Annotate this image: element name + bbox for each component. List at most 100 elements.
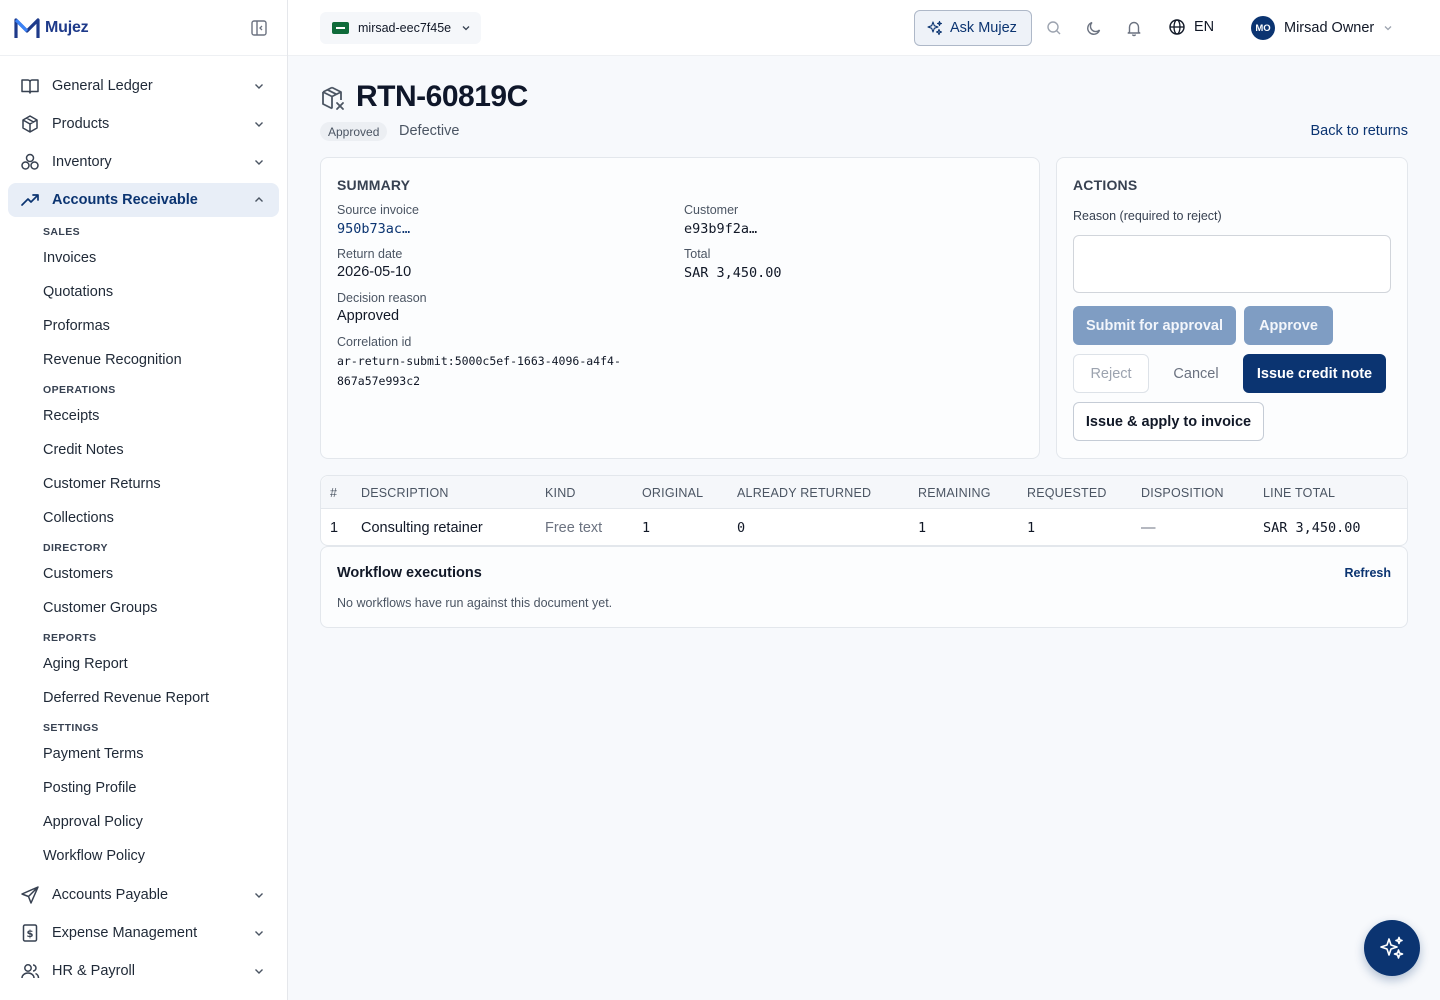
- column-header: KIND: [545, 486, 576, 500]
- sidebar-item-accounts-payable[interactable]: Accounts Payable: [8, 878, 279, 912]
- submit-for-approval-button[interactable]: Submit for approval: [1073, 306, 1236, 345]
- sidebar-group-heading: SALES: [43, 226, 81, 238]
- return-date-label: Return date: [337, 247, 403, 261]
- column-header: REQUESTED: [1027, 486, 1107, 500]
- sidebar-subitem-revenue-recognition[interactable]: Revenue Recognition: [43, 352, 182, 368]
- summary-title: SUMMARY: [337, 177, 411, 193]
- status-badge: Approved: [320, 122, 388, 141]
- column-header: #: [330, 486, 338, 500]
- workflow-empty-text: No workflows have run against this docum…: [337, 596, 613, 610]
- return-lines-table: # DESCRIPTION KIND ORIGINAL ALREADY RETU…: [320, 475, 1408, 546]
- receipt-icon: $: [20, 923, 40, 943]
- sidebar-subitem-collections[interactable]: Collections: [43, 510, 114, 526]
- page-title: RTN-60819C: [356, 80, 528, 113]
- correlation-id-value-line2: 867a57e993c2: [337, 374, 421, 388]
- chevron-down-icon: [255, 969, 263, 974]
- book-icon: [20, 76, 40, 96]
- cell-line-total: SAR 3,450.00: [1263, 520, 1361, 536]
- sidebar-group-heading: DIRECTORY: [43, 542, 108, 554]
- ask-mujez-label: Ask Mujez: [950, 20, 1017, 36]
- column-header: ORIGINAL: [642, 486, 704, 500]
- topbar: mirsad-eec7f45e Ask Mujez EN MO Mirsad O…: [288, 0, 1440, 56]
- chevron-down-icon: [255, 122, 263, 127]
- avatar: MO: [1251, 16, 1275, 40]
- cell-original: 1: [642, 520, 651, 536]
- user-name: Mirsad Owner: [1284, 20, 1375, 36]
- box-icon: [20, 114, 40, 134]
- sidebar-item-products[interactable]: Products: [8, 107, 279, 141]
- reason-textarea[interactable]: [1073, 235, 1391, 293]
- decision-reason-label: Decision reason: [337, 291, 427, 305]
- sidebar-subitem-proformas[interactable]: Proformas: [43, 318, 110, 334]
- sidebar-item-label: HR & Payroll: [52, 963, 135, 979]
- sidebar-subitem-deferred-revenue-report[interactable]: Deferred Revenue Report: [43, 690, 209, 706]
- source-invoice-link[interactable]: 950b73ac…: [337, 221, 410, 237]
- search-icon[interactable]: [1045, 19, 1063, 37]
- table-header: # DESCRIPTION KIND ORIGINAL ALREADY RETU…: [321, 476, 1407, 509]
- total-label: Total: [684, 247, 711, 261]
- sidebar-item-inventory[interactable]: Inventory: [8, 145, 279, 179]
- brand[interactable]: Mujez: [0, 0, 287, 56]
- cell-disposition: —: [1141, 520, 1156, 536]
- column-header: DESCRIPTION: [361, 486, 449, 500]
- chevron-down-icon: [255, 931, 263, 936]
- sidebar-item-accounts-receivable[interactable]: Accounts Receivable: [8, 183, 279, 217]
- ask-mujez-button[interactable]: Ask Mujez: [914, 10, 1032, 46]
- sidebar-subitem-credit-notes[interactable]: Credit Notes: [43, 442, 124, 458]
- approve-button[interactable]: Approve: [1244, 306, 1333, 345]
- chevron-down-icon: [255, 84, 263, 89]
- sidebar-item-general-ledger[interactable]: General Ledger: [8, 69, 279, 103]
- sidebar-subitem-aging-report[interactable]: Aging Report: [43, 656, 128, 672]
- moon-icon[interactable]: [1085, 19, 1103, 37]
- column-header: REMAINING: [918, 486, 991, 500]
- language-switcher[interactable]: EN: [1168, 18, 1214, 36]
- sidebar-subitem-workflow-policy[interactable]: Workflow Policy: [43, 848, 145, 864]
- sidebar-item-expense-management[interactable]: $ Expense Management: [8, 916, 279, 950]
- chevron-down-icon: [1384, 26, 1392, 31]
- back-to-returns-link[interactable]: Back to returns: [1310, 123, 1408, 139]
- tenant-name: mirsad-eec7f45e: [358, 21, 452, 35]
- sidebar-item-label: Accounts Receivable: [52, 192, 198, 208]
- source-invoice-label: Source invoice: [337, 203, 419, 217]
- refresh-button[interactable]: Refresh: [1344, 566, 1391, 580]
- cell-description: Consulting retainer: [361, 520, 483, 536]
- sidebar-subitem-customer-returns[interactable]: Customer Returns: [43, 476, 161, 492]
- sidebar-subitem-payment-terms[interactable]: Payment Terms: [43, 746, 143, 762]
- user-menu[interactable]: MO Mirsad Owner: [1251, 16, 1393, 40]
- sidebar-item-label: Inventory: [52, 154, 112, 170]
- reject-button[interactable]: Reject: [1073, 354, 1149, 393]
- correlation-id-value-line1: ar-return-submit:5000c5ef-1663-4096-a4f4…: [337, 354, 621, 368]
- trend-up-icon: [20, 190, 40, 210]
- sidebar-subitem-customer-groups[interactable]: Customer Groups: [43, 600, 157, 616]
- bell-icon[interactable]: [1125, 19, 1143, 37]
- mujez-logo-icon: [14, 17, 40, 38]
- issue-credit-note-button[interactable]: Issue credit note: [1243, 354, 1386, 393]
- cell-line-number: 1: [330, 520, 339, 536]
- sidebar-item-label: General Ledger: [52, 78, 153, 94]
- sidebar-item-label: Expense Management: [52, 925, 198, 941]
- sidebar-subitem-receipts[interactable]: Receipts: [43, 408, 99, 424]
- column-header: DISPOSITION: [1141, 486, 1224, 500]
- actions-title: ACTIONS: [1073, 177, 1138, 193]
- tenant-switcher[interactable]: mirsad-eec7f45e: [320, 12, 482, 44]
- sidebar-subitem-customers[interactable]: Customers: [43, 566, 113, 582]
- cancel-button[interactable]: Cancel: [1157, 354, 1235, 393]
- package-return-icon: [322, 86, 344, 110]
- cell-already-returned: 0: [737, 520, 746, 536]
- return-date-value: 2026-05-10: [337, 264, 412, 280]
- sidebar-subitem-quotations[interactable]: Quotations: [43, 284, 113, 300]
- issue-and-apply-button[interactable]: Issue & apply to invoice: [1073, 402, 1264, 441]
- sidebar-item-hr-payroll[interactable]: HR & Payroll: [8, 954, 279, 988]
- column-header: ALREADY RETURNED: [737, 486, 872, 500]
- sidebar: Mujez General Ledger Products Inventory …: [0, 0, 288, 1000]
- ai-assistant-fab[interactable]: [1364, 920, 1420, 976]
- sidebar-subitem-posting-profile[interactable]: Posting Profile: [43, 780, 137, 796]
- sidebar-subitem-invoices[interactable]: Invoices: [43, 250, 96, 266]
- boxes-icon: [20, 152, 40, 172]
- svg-text:$: $: [27, 929, 34, 940]
- sidebar-item-label: Products: [52, 116, 110, 132]
- reason-label: Reason (required to reject): [1073, 209, 1222, 223]
- sidebar-subitem-approval-policy[interactable]: Approval Policy: [43, 814, 143, 830]
- collapse-sidebar-icon[interactable]: [250, 19, 268, 37]
- customer-label: Customer: [684, 203, 739, 217]
